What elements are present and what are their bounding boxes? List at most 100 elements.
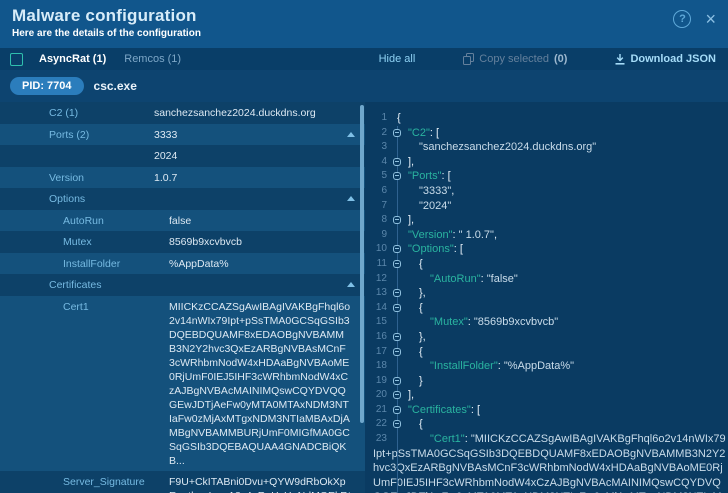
json-line: 10 "Options": [ <box>365 242 728 257</box>
config-label: Ports (2) <box>49 128 90 141</box>
json-line-number: 23 <box>375 433 387 445</box>
json-line-number: 2 <box>381 126 387 138</box>
json-line: 6 "3333", <box>365 183 728 199</box>
json-punct: ], <box>408 214 415 227</box>
fold-gutter <box>392 359 403 374</box>
json-line-number: 21 <box>375 403 387 415</box>
download-icon <box>615 53 625 65</box>
collapse-arrow-icon[interactable] <box>347 282 355 287</box>
config-label: InstallFolder <box>63 257 121 270</box>
json-line: 15 "Mutex": "8569b9xcvbvcb" <box>365 315 728 330</box>
fold-gutter <box>392 315 403 330</box>
json-line-content: { <box>365 257 728 272</box>
json-string: "MIICKzCCAZSgAwIBAgIVAKBgFhql6o2v14nWIx7… <box>373 433 726 493</box>
config-value: 3333 <box>154 128 178 141</box>
json-line: 1{ <box>365 111 728 126</box>
fold-gutter <box>392 373 403 389</box>
fold-gutter <box>392 329 403 345</box>
json-line-content: ], <box>365 213 728 228</box>
copy-icon <box>463 53 475 65</box>
config-row-c2-1: C2 (1) sanchezsanchez2024.duckdns.org <box>0 102 365 124</box>
config-value: F9U+CkITABni0Dvu+QYW9dRbOkXpErcrthppLwpA… <box>169 475 351 493</box>
json-line: 20], <box>365 388 728 403</box>
fold-toggle-icon[interactable] <box>393 172 401 181</box>
json-line-number: 7 <box>381 199 387 211</box>
json-line-number: 5 <box>381 170 387 182</box>
json-key: "C2" <box>408 126 430 139</box>
fold-toggle-icon[interactable] <box>393 376 401 385</box>
json-line-number: 20 <box>375 389 387 401</box>
config-value: MIICKzCCAZSgAwIBAgIVAKBgFhql6o2v14nWIx79… <box>169 300 351 467</box>
json-line-content: "Mutex": "8569b9xcvbvcb" <box>365 315 728 330</box>
tab-asyncrat-1[interactable]: AsyncRat (1) <box>39 53 106 65</box>
close-icon[interactable]: × <box>705 10 716 28</box>
json-punct: ], <box>408 155 415 168</box>
json-line: 11 { <box>365 256 728 272</box>
fold-toggle-icon[interactable] <box>393 347 401 356</box>
config-label: AutoRun <box>63 214 104 227</box>
config-section-options: Options <box>0 188 365 210</box>
json-key: "InstallFolder" <box>430 360 498 373</box>
malware-configuration-modal: Malware configuration Here are the detai… <box>0 0 728 493</box>
config-value: 2024 <box>154 150 178 162</box>
json-line: 19} <box>365 373 728 389</box>
select-all-checkbox[interactable] <box>10 52 23 66</box>
json-punct: ], <box>408 389 415 402</box>
fold-gutter <box>392 402 403 418</box>
json-line-content: "Certificates": [ <box>365 403 728 418</box>
fold-toggle-icon[interactable] <box>393 157 401 166</box>
fold-toggle-icon[interactable] <box>393 420 401 429</box>
fold-gutter <box>392 388 403 403</box>
config-label: Mutex <box>63 236 92 248</box>
json-line-number: 13 <box>375 287 387 299</box>
config-label <box>0 149 154 164</box>
config-row-server-signature: Server_Signature F9U+CkITABni0Dvu+QYW9dRb… <box>0 470 365 493</box>
json-string: "8569b9xcvbvcb" <box>473 316 559 329</box>
copy-selected-button[interactable]: Copy selected (0) <box>463 53 567 65</box>
collapse-arrow-icon[interactable] <box>347 196 355 201</box>
json-line-content: "Version": " 1.0.7", <box>365 228 728 243</box>
json-string: "%AppData%" <box>503 360 575 373</box>
json-line-content: "Options": [ <box>365 242 728 257</box>
config-label: C2 (1) <box>49 107 79 119</box>
json-line: 3 "sanchezsanchez2024.duckdns.org" <box>365 140 728 155</box>
config-section-certificates: Certificates <box>0 274 365 296</box>
left-panel-scrollbar[interactable] <box>360 105 364 423</box>
fold-toggle-icon[interactable] <box>393 128 401 137</box>
collapse-arrow-icon[interactable] <box>347 131 355 137</box>
fold-toggle-icon[interactable] <box>393 216 401 225</box>
fold-toggle-icon[interactable] <box>393 332 401 341</box>
json-string: "2024" <box>419 199 452 212</box>
fold-toggle-icon[interactable] <box>393 245 401 254</box>
json-punct: { <box>419 257 423 270</box>
fold-gutter <box>392 183 403 199</box>
json-string: " 1.0.7" <box>458 228 494 241</box>
json-line: 8], <box>365 213 728 228</box>
json-line: 22 { <box>365 417 728 432</box>
download-json-button[interactable]: Download JSON <box>615 53 716 65</box>
config-row-version: Version 1.0.7 <box>0 166 365 188</box>
json-punct: { <box>419 345 423 358</box>
strip-actions: Hide all Copy selected (0) Download JSON <box>379 53 716 65</box>
page-title: Malware configuration <box>12 6 197 25</box>
window-controls: ? × <box>673 10 716 28</box>
fold-toggle-icon[interactable] <box>393 391 401 400</box>
hide-all-button[interactable]: Hide all <box>379 53 416 65</box>
fold-gutter <box>392 271 403 287</box>
content-panels: C2 (1) sanchezsanchez2024.duckdns.org Port… <box>0 102 728 493</box>
tab-remcos-1[interactable]: Remcos (1) <box>124 53 181 65</box>
json-line-content: }, <box>365 330 728 345</box>
fold-gutter <box>392 432 403 493</box>
header-titles: Malware configuration Here are the detai… <box>12 6 201 39</box>
tab-action-strip: AsyncRat (1) Remcos (1) Hide all Copy sel… <box>0 48 728 70</box>
fold-toggle-icon[interactable] <box>393 303 401 312</box>
pid-badge[interactable]: PID: 7704 <box>10 77 84 95</box>
fold-toggle-icon[interactable] <box>393 289 401 298</box>
fold-toggle-icon[interactable] <box>393 259 401 268</box>
help-icon[interactable]: ? <box>673 10 692 28</box>
json-line: 21 "Certificates": [ <box>365 402 728 418</box>
json-line-content: { <box>365 417 728 432</box>
fold-toggle-icon[interactable] <box>393 405 401 414</box>
json-punct: }, <box>419 287 426 300</box>
config-label: Certificates <box>49 279 102 291</box>
